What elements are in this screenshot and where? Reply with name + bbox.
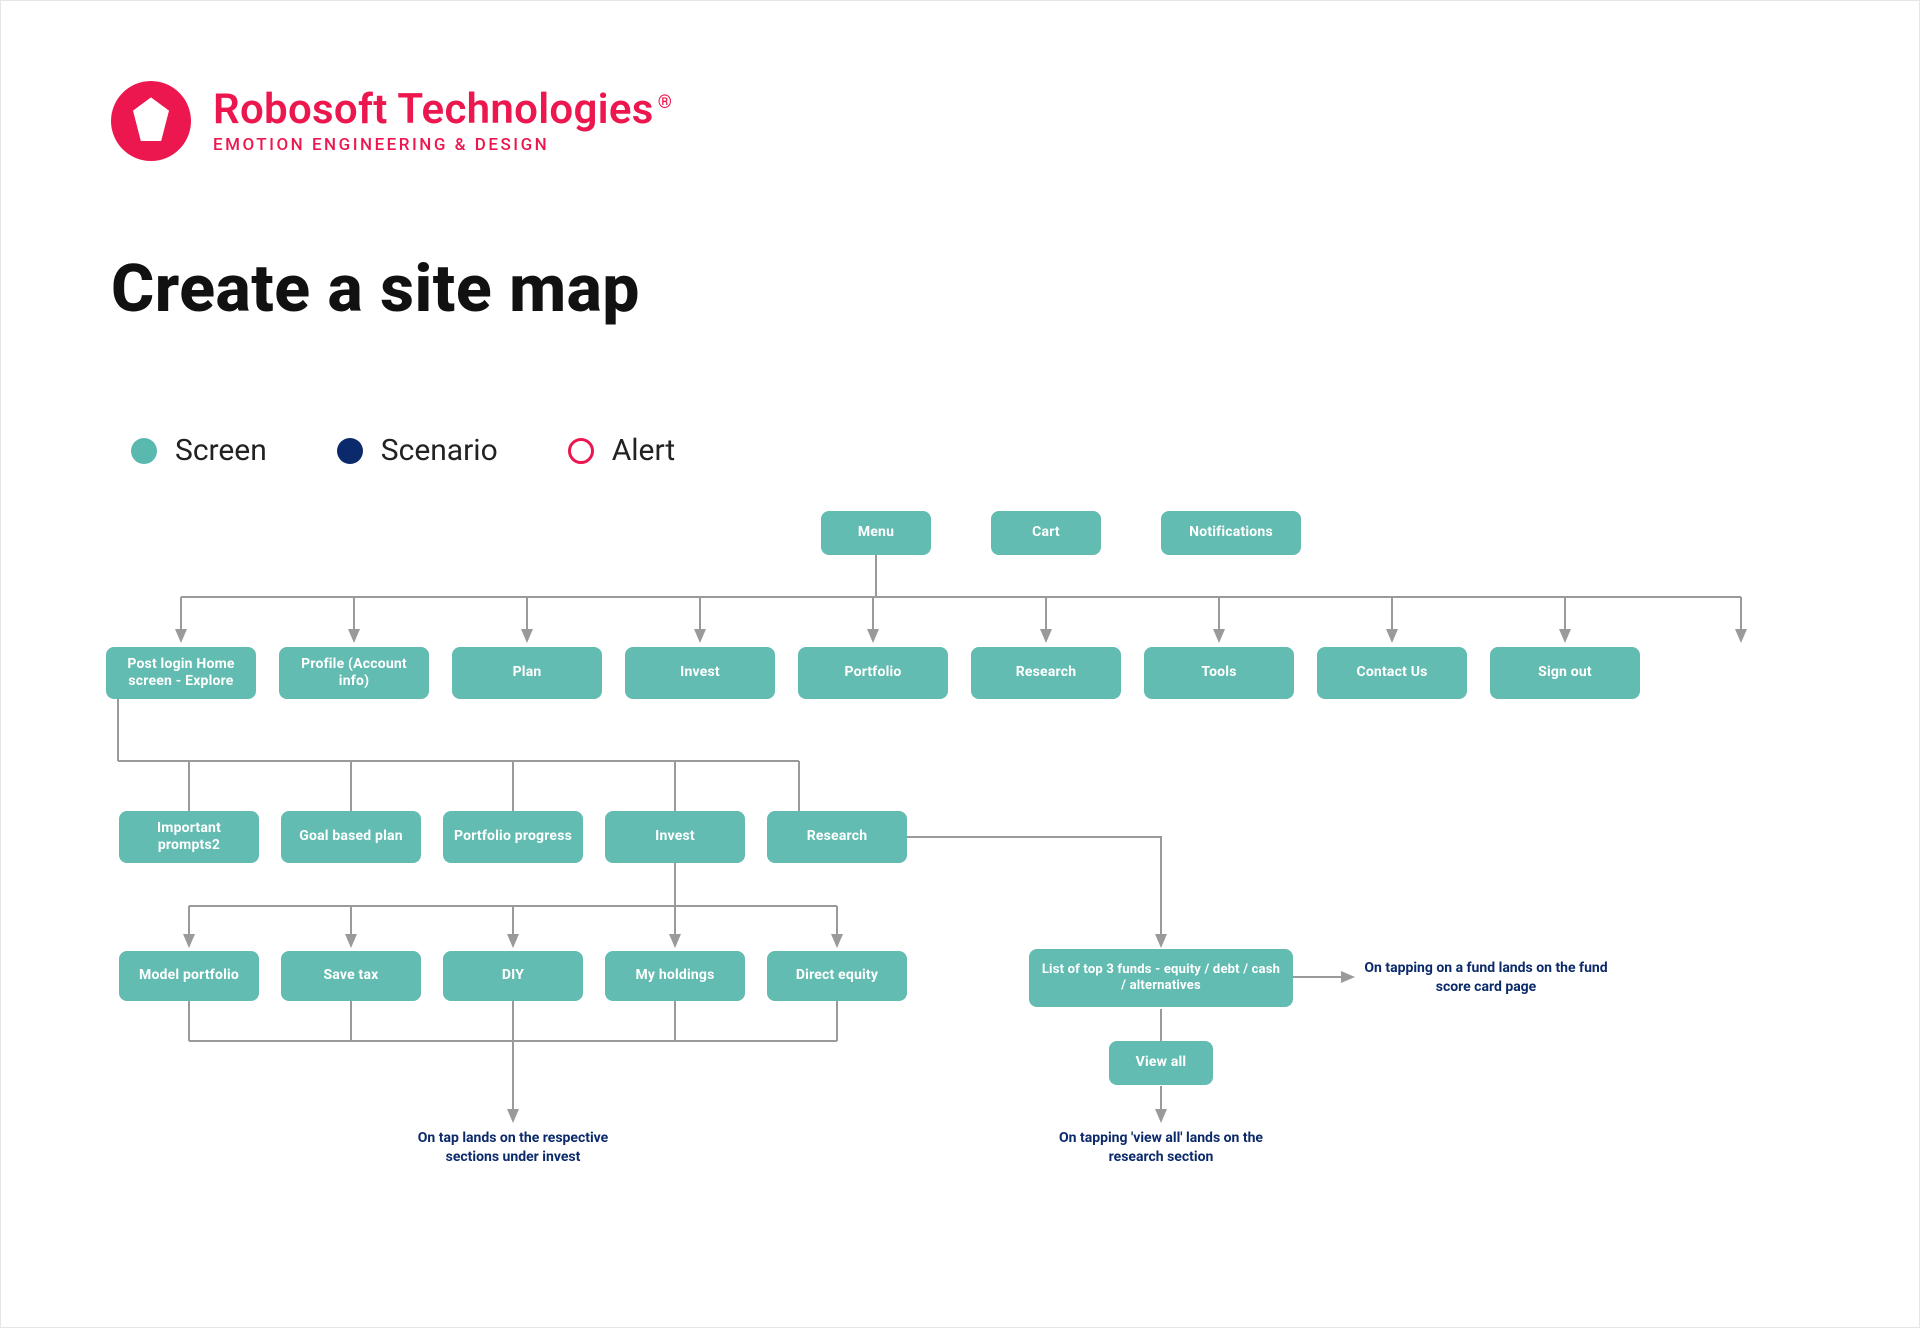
slide: Robosoft Technologies® EMOTION ENGINEERI… [0,0,1920,1328]
node-goal-plan: Goal based plan [281,811,421,863]
node-tools: Tools [1144,647,1294,699]
node-cart: Cart [991,511,1101,555]
brand-name-text: Robosoft Technologies [213,85,654,134]
node-save-tax: Save tax [281,951,421,1001]
legend-screen-dot [131,438,157,464]
brand-name: Robosoft Technologies® [213,89,672,131]
node-plan: Plan [452,647,602,699]
legend-scenario-label: Scenario [381,433,498,468]
node-top3-funds: List of top 3 funds - equity / debt / ca… [1029,949,1293,1007]
legend-screen: Screen [131,433,267,468]
legend-screen-label: Screen [175,433,267,468]
brand-tagline: EMOTION ENGINEERING & DESIGN [213,137,672,154]
node-view-all: View all [1109,1041,1213,1085]
node-direct-equity: Direct equity [767,951,907,1001]
brand-logo-mark [111,81,191,161]
legend-alert-dot [568,438,594,464]
node-signout: Sign out [1490,647,1640,699]
legend-alert: Alert [568,433,676,468]
node-model-portfolio: Model portfolio [119,951,259,1001]
node-menu: Menu [821,511,931,555]
node-invest-mid: Invest [605,811,745,863]
node-research-top: Research [971,647,1121,699]
note-research: On tapping 'view all' lands on the resea… [1041,1129,1281,1167]
node-profile: Profile (Account info) [279,647,429,699]
registered-mark: ® [658,92,672,113]
legend-scenario: Scenario [337,433,498,468]
note-invest: On tap lands on the respective sections … [393,1129,633,1167]
brand-logo-text: Robosoft Technologies® EMOTION ENGINEERI… [213,89,672,154]
legend-scenario-dot [337,438,363,464]
node-portfolio: Portfolio [798,647,948,699]
note-fund: On tapping on a fund lands on the fund s… [1361,959,1611,997]
node-contact: Contact Us [1317,647,1467,699]
node-portfolio-progress: Portfolio progress [443,811,583,863]
node-notifications: Notifications [1161,511,1301,555]
node-research-mid: Research [767,811,907,863]
node-post-login: Post login Home screen - Explore [106,647,256,699]
legend: Screen Scenario Alert [131,433,675,468]
legend-alert-label: Alert [612,433,676,468]
node-important-prompts: Important prompts2 [119,811,259,863]
node-diy: DIY [443,951,583,1001]
brand-logo: Robosoft Technologies® EMOTION ENGINEERI… [111,81,672,161]
node-my-holdings: My holdings [605,951,745,1001]
page-title: Create a site map [111,251,640,328]
node-invest-top: Invest [625,647,775,699]
